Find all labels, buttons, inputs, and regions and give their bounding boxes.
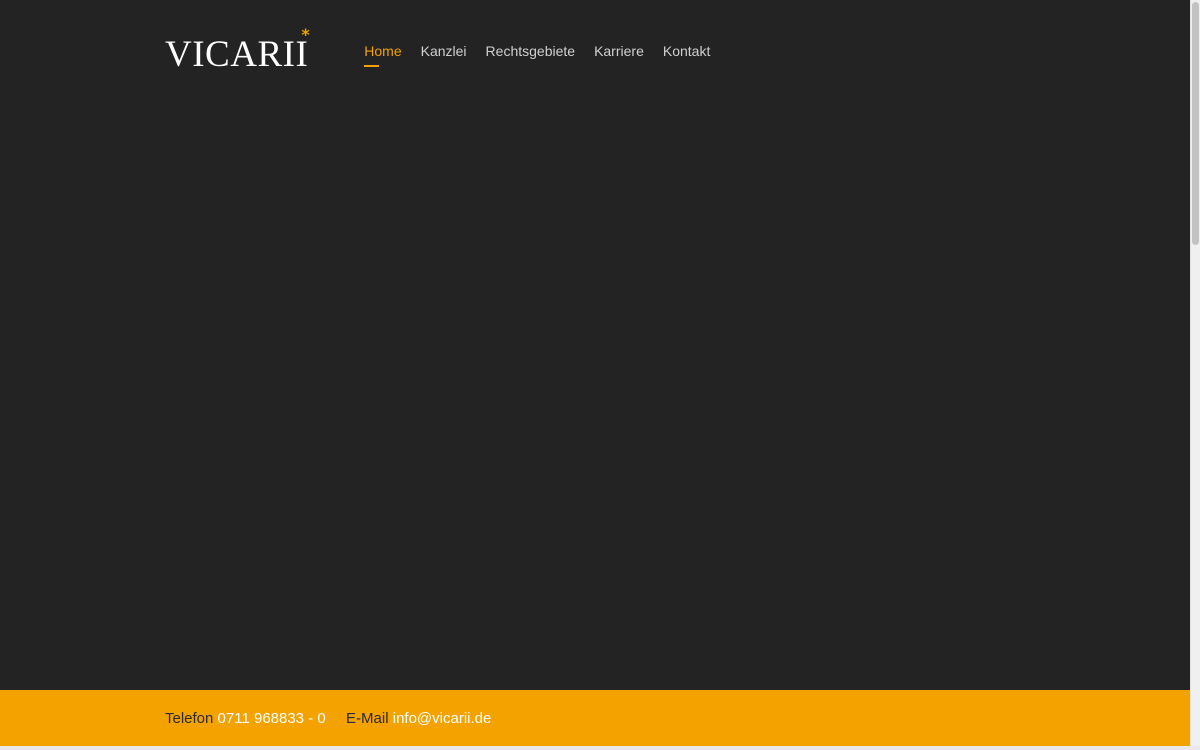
scrollbar-thumb[interactable] <box>1192 2 1199 245</box>
email-label: E-Mail <box>346 710 389 727</box>
site-header: VICARII * Home Kanzlei Rechtsgebiete Kar… <box>165 26 729 76</box>
phone-number-link[interactable]: 0711 968833 - 0 <box>218 710 326 727</box>
hero-area: VICARII * Home Kanzlei Rechtsgebiete Kar… <box>0 0 1190 690</box>
page: VICARII * Home Kanzlei Rechtsgebiete Kar… <box>0 0 1200 750</box>
nav-item-karriere[interactable]: Karriere <box>594 43 644 64</box>
vertical-scrollbar[interactable] <box>1190 0 1200 746</box>
phone-label: Telefon <box>165 710 214 727</box>
main-nav: Home Kanzlei Rechtsgebiete Karriere Kont… <box>364 43 729 67</box>
contact-info: Telefon 0711 968833 - 0 E-Mail info@vica… <box>165 710 491 727</box>
nav-item-rechtsgebiete[interactable]: Rechtsgebiete <box>486 43 576 64</box>
nav-item-home[interactable]: Home <box>364 43 402 67</box>
nav-item-kanzlei[interactable]: Kanzlei <box>421 43 467 64</box>
logo-asterisk-icon: * <box>301 24 311 44</box>
logo-text: VICARII <box>165 33 309 75</box>
bottom-strip <box>0 746 1200 750</box>
nav-item-kontakt[interactable]: Kontakt <box>663 43 710 64</box>
vicarii-logo[interactable]: VICARII * <box>165 26 310 75</box>
contact-bar: Telefon 0711 968833 - 0 E-Mail info@vica… <box>0 690 1190 746</box>
email-link[interactable]: info@vicarii.de <box>393 710 492 727</box>
